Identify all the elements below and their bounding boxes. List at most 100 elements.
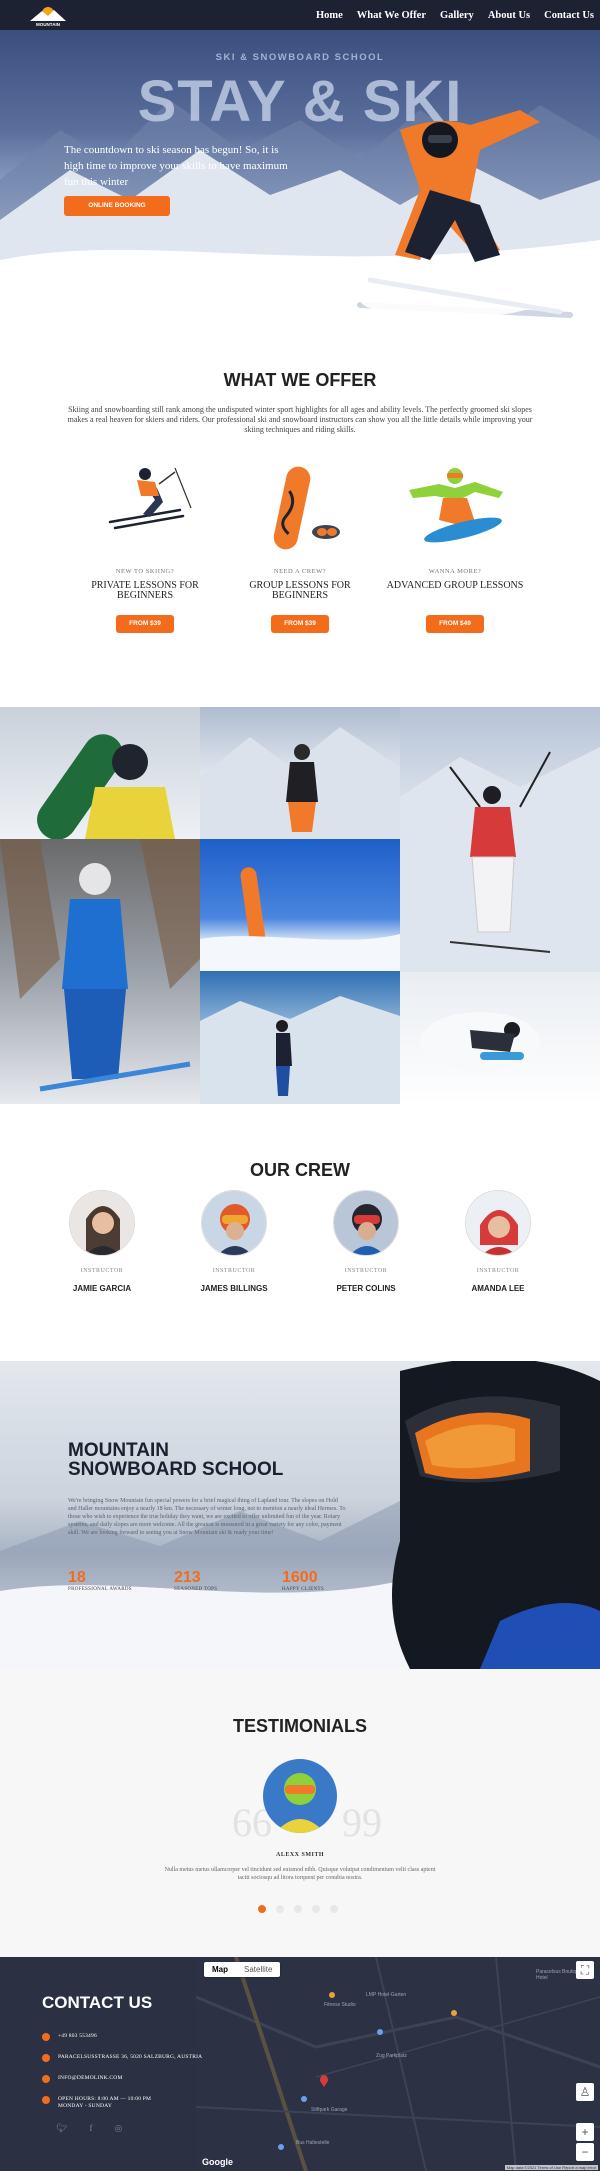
- stat-label: HAPPY CLIENTS: [282, 1587, 324, 1592]
- testimonial-pagination: [258, 1905, 338, 1913]
- crew-member: INSTRUCTOR JAMIE GARCIA: [42, 1190, 162, 1293]
- online-booking-button[interactable]: ONLINE BOOKING: [64, 196, 170, 216]
- contact-phone: +49 803 553496: [42, 2033, 97, 2041]
- contact-title: CONTACT US: [42, 1993, 153, 2012]
- gallery-photo[interactable]: [400, 707, 600, 972]
- pagination-dot[interactable]: [330, 1905, 338, 1913]
- map-label: Stiftpark Garage: [311, 2107, 348, 2113]
- gallery-photo[interactable]: [200, 707, 400, 839]
- gallery-photo[interactable]: [0, 707, 200, 839]
- contact-phone-text[interactable]: +49 803 553496: [58, 2033, 97, 2040]
- gallery-boarder-on-ridge-photo: [200, 996, 400, 1104]
- map-tab-satellite[interactable]: Satellite: [236, 1962, 280, 1977]
- crew-role: INSTRUCTOR: [476, 1268, 520, 1274]
- school-section: MOUNTAIN SNOWBOARD SCHOOL We're bringing…: [0, 1361, 600, 1669]
- school-title-line1: MOUNTAIN: [68, 1440, 169, 1461]
- gallery-photo[interactable]: [0, 839, 200, 1104]
- nav-about-us[interactable]: About Us: [488, 10, 530, 21]
- gallery-mountain-girl-photo: [200, 727, 400, 839]
- clock-icon: [42, 2096, 50, 2104]
- gallery-photo[interactable]: [400, 972, 600, 1104]
- mail-icon: [42, 2075, 50, 2083]
- map-tab-map[interactable]: Map: [204, 1962, 236, 1977]
- pagination-dot[interactable]: [294, 1905, 302, 1913]
- gallery-photo[interactable]: [200, 839, 400, 971]
- gallery-blue-skier-photo: [0, 839, 200, 1092]
- gallery-photo[interactable]: [200, 971, 400, 1104]
- pagination-dot[interactable]: [312, 1905, 320, 1913]
- zoom-in-button[interactable]: +: [576, 2123, 594, 2141]
- crew-member: INSTRUCTOR AMANDA LEE: [438, 1190, 558, 1293]
- stat-number: 1600: [282, 1569, 318, 1586]
- stat-label: PROFESSIONAL AWARDS: [68, 1587, 132, 1592]
- pagination-dot[interactable]: [276, 1905, 284, 1913]
- avatar[interactable]: [201, 1190, 267, 1256]
- offer-price-button[interactable]: FROM $39: [271, 615, 329, 633]
- contact-email-text[interactable]: INFO@DEMOLINK.COM: [58, 2075, 123, 2082]
- offer-price-button[interactable]: FROM $49: [426, 615, 484, 633]
- avatar[interactable]: [333, 1190, 399, 1256]
- nav-what-we-offer[interactable]: What We Offer: [357, 10, 426, 21]
- map-attribution[interactable]: Map data ©2021 Terms of Use Report a map…: [504, 2165, 598, 2170]
- fullscreen-icon[interactable]: ⛶: [576, 1961, 594, 1979]
- twitter-icon[interactable]: 🐦︎: [56, 2123, 67, 2134]
- avatar[interactable]: [465, 1190, 531, 1256]
- hours-line: OPEN HOURS: 8:00 AM — 10:00 PM: [58, 2096, 152, 2102]
- contact-address: PARACELSUSSTRASSE 36, 5020 SALZBURG, AUS…: [42, 2054, 202, 2062]
- instagram-icon[interactable]: ◎: [114, 2123, 122, 2134]
- location-icon: [42, 2054, 50, 2062]
- nav-gallery[interactable]: Gallery: [440, 10, 474, 21]
- hero-title: STAY & SKI: [137, 69, 463, 134]
- nav-home[interactable]: Home: [316, 10, 343, 21]
- facebook-icon[interactable]: f: [89, 2123, 92, 2134]
- school-title: MOUNTAIN SNOWBOARD SCHOOL: [68, 1441, 283, 1479]
- crew-title: OUR CREW: [250, 1160, 350, 1180]
- gallery-skier-arms-up-photo: [400, 747, 600, 972]
- skier-icon: [108, 467, 192, 530]
- mountain-logo[interactable]: MOUNTAIN: [24, 3, 72, 27]
- stat-number: 18: [68, 1569, 86, 1586]
- pegman-icon[interactable]: ♙: [576, 2083, 594, 2101]
- crew-name: JAMIE GARCIA: [72, 1284, 132, 1293]
- offer-kicker: NEW TO SKIING?: [115, 568, 175, 575]
- offer-price-button[interactable]: FROM $39: [116, 615, 174, 633]
- zoom-out-button[interactable]: −: [576, 2143, 594, 2161]
- phone-icon: [42, 2033, 50, 2041]
- crew-member: INSTRUCTOR PETER COLINS: [306, 1190, 426, 1293]
- contact-email: INFO@DEMOLINK.COM: [42, 2075, 123, 2083]
- hero-text: The countdown to ski season has begun! S…: [64, 144, 288, 188]
- contact-hours: OPEN HOURS: 8:00 AM — 10:00 PM MONDAY - …: [42, 2096, 151, 2110]
- hero-banner: SKI & SNOWBOARD SCHOOL STAY & SKI The co…: [0, 30, 600, 320]
- offer-card-advanced: WANNA MORE? ADVANCED GROUP LESSONS FROM …: [380, 462, 530, 633]
- stat-clients: 1600 HAPPY CLIENTS: [282, 1569, 324, 1592]
- nav-contact-us[interactable]: Contact Us: [544, 10, 594, 21]
- close-quote-icon: 99: [342, 1800, 382, 1845]
- crew-name: PETER COLINS: [336, 1284, 396, 1293]
- school-title-line2: SNOWBOARD SCHOOL: [68, 1459, 284, 1480]
- map-label: Fitness Studio: [324, 2002, 356, 2008]
- top-nav: MOUNTAIN Home What We Offer Gallery Abou…: [0, 0, 600, 30]
- map-label: Bus Haltestelle: [296, 2140, 330, 2146]
- offer-card-private: NEW TO SKIING? PRIVATE LESSONS FOR BEGIN…: [70, 462, 220, 633]
- testimonials-title: TESTIMONIALS: [233, 1716, 367, 1736]
- stat-awards: 18 PROFESSIONAL AWARDS: [68, 1569, 132, 1592]
- map[interactable]: LMP Hotel-Garten Paracelsus Boutique Hot…: [195, 1957, 600, 2171]
- gallery: [0, 707, 600, 1104]
- contact-address-text: PARACELSUSSTRASSE 36, 5020 SALZBURG, AUS…: [58, 2054, 203, 2060]
- stat-label: SEASONED TOPS: [174, 1587, 218, 1592]
- map-roads: [195, 1957, 600, 2171]
- gallery-snowboard-photo: [37, 734, 175, 839]
- pagination-dot[interactable]: [258, 1905, 266, 1913]
- stat-number: 213: [174, 1569, 201, 1586]
- avatar[interactable]: [69, 1190, 135, 1256]
- testimonials-section: TESTIMONIALS 66 99 ALEXX SMITH Nulla met…: [0, 1669, 600, 1957]
- crew-name: JAMES BILLINGS: [200, 1284, 268, 1293]
- offer-title: WHAT WE OFFER: [223, 370, 377, 390]
- contact-section: LMP Hotel-Garten Paracelsus Boutique Hot…: [0, 1957, 600, 2171]
- crew-name: AMANDA LEE: [471, 1284, 525, 1293]
- social-links: 🐦︎ f ◎: [56, 2123, 122, 2134]
- school-text: We're bringing Snow Mountain fun special…: [68, 1498, 346, 1536]
- testimonial-avatar: [263, 1759, 337, 1833]
- map-label: Zug Parkplatz: [376, 2053, 407, 2059]
- offer-kicker: WANNA MORE?: [428, 568, 482, 575]
